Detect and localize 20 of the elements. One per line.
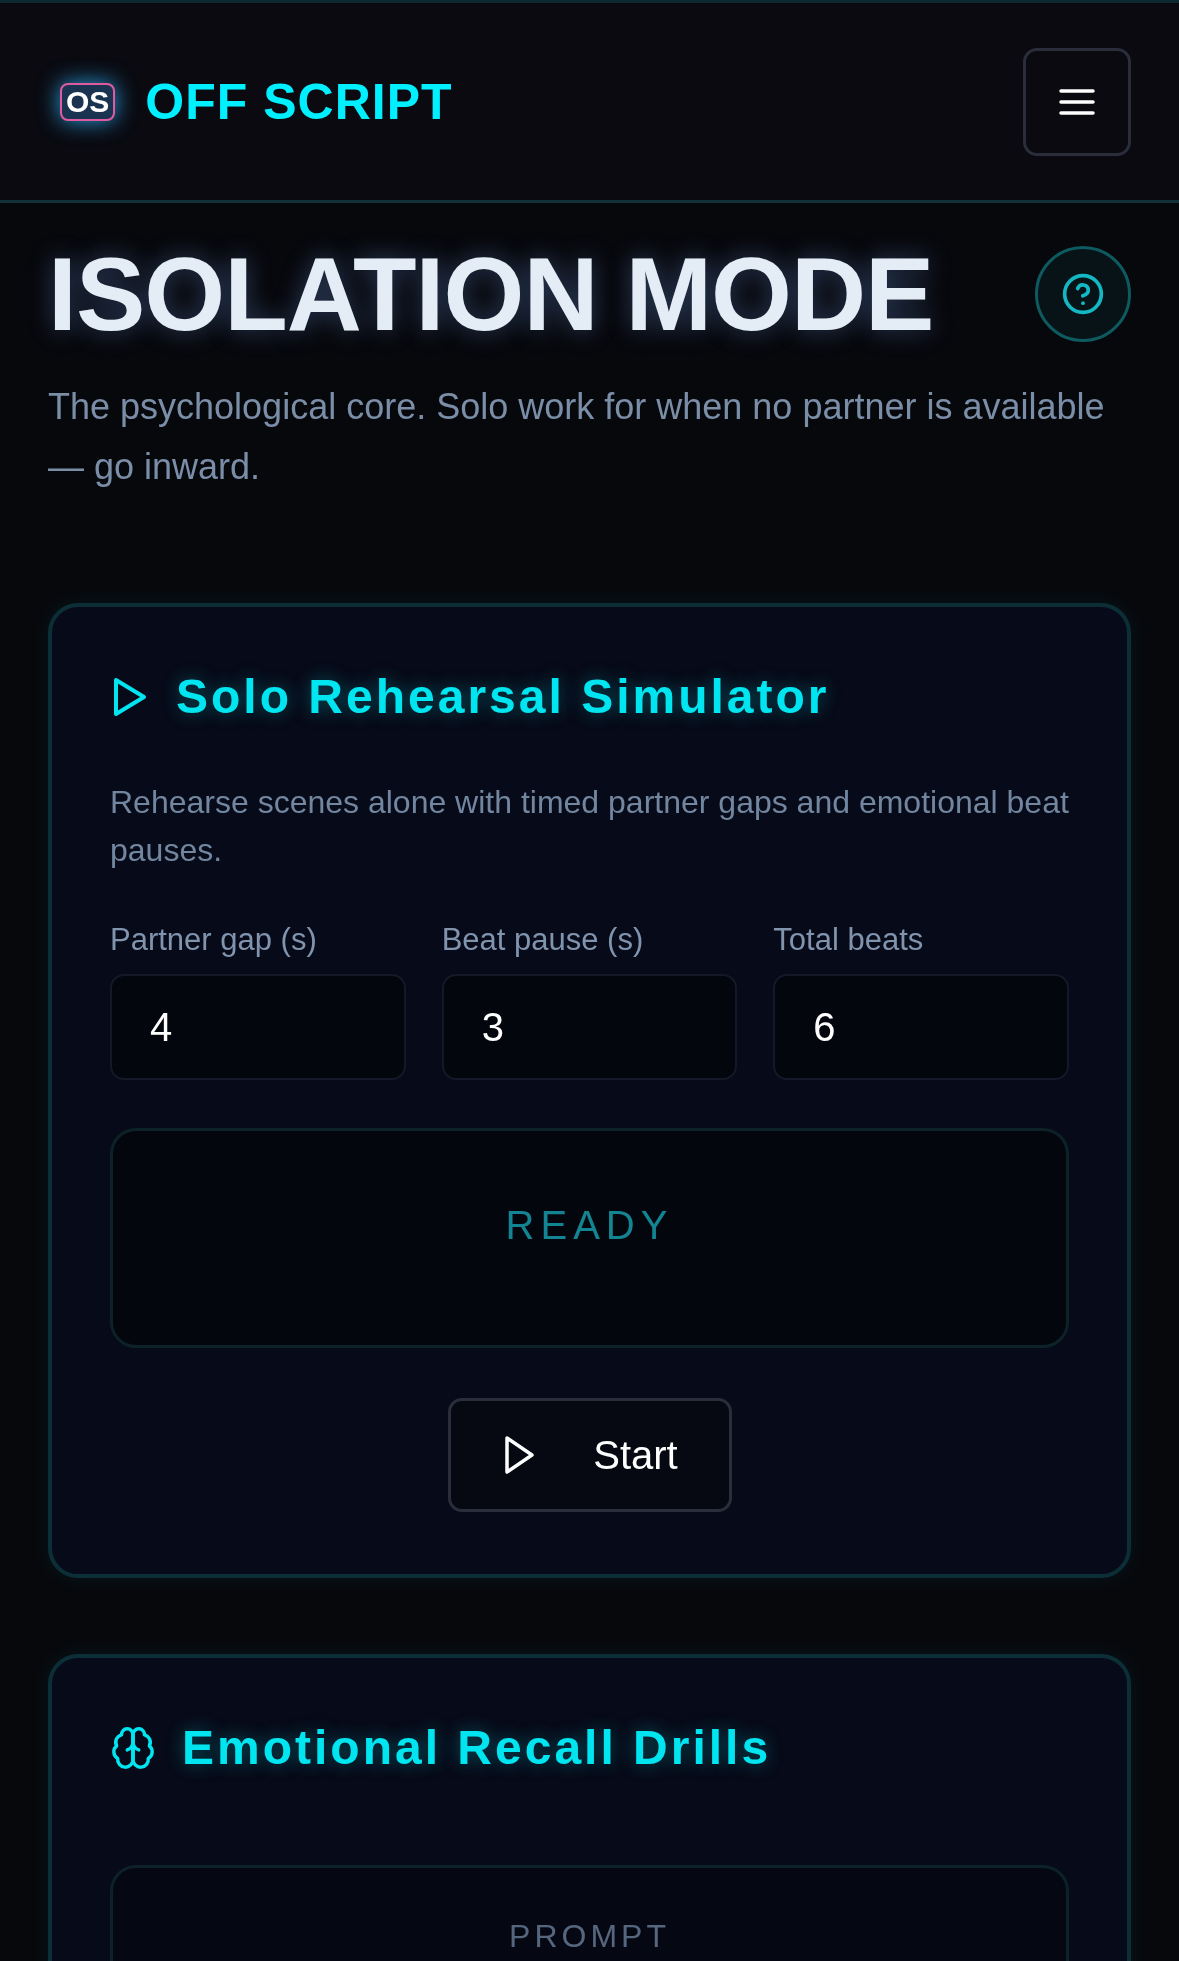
page-title: ISOLATION MODE	[48, 237, 934, 352]
prompt-label: PROMPT	[509, 1918, 670, 1956]
status-text: READY	[505, 1203, 674, 1249]
start-button[interactable]: Start	[447, 1398, 732, 1513]
card-title: Solo Rehearsal Simulator	[176, 669, 830, 725]
field-label: Partner gap (s)	[110, 922, 318, 959]
menu-button[interactable]	[1023, 47, 1131, 156]
field-label: Beat pause (s)	[441, 922, 645, 959]
card-title: Emotional Recall Drills	[182, 1720, 772, 1776]
card-description: Rehearse scenes alone with timed partner gaps and emotional beat pauses.	[110, 783, 1069, 871]
number-field[interactable]: 6	[773, 974, 1069, 1081]
field-label: Total beats	[773, 922, 925, 959]
page-description: The psychological core. Solo work for when no partner is available — go inward.	[48, 385, 1106, 490]
brain-icon	[110, 1724, 156, 1771]
number-field[interactable]: 4	[110, 974, 406, 1081]
app-title: OFF SCRIPT	[145, 72, 453, 131]
help-icon	[1061, 272, 1105, 317]
menu-icon	[1059, 87, 1095, 116]
number-field[interactable]: 3	[441, 974, 738, 1081]
logo-icon: OS	[60, 82, 116, 121]
